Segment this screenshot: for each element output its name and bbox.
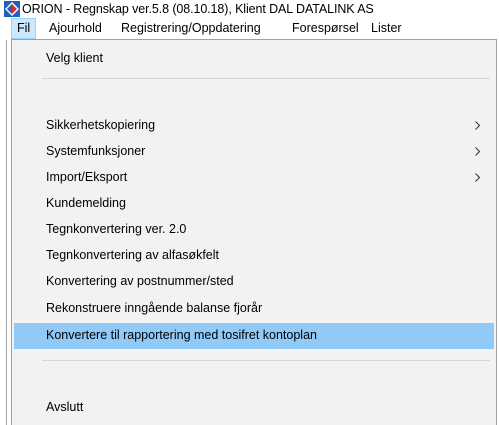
menu-separator [42, 78, 490, 79]
menu-item-label: Sikkerhetskopiering [46, 118, 156, 132]
menu-bar: Fil Ajourhold Registrering/Oppdatering F… [0, 18, 499, 40]
menu-item-label: Konvertere til rapportering med tosifret… [46, 328, 317, 342]
menu-item-konvertere-tosifret[interactable]: Konvertere til rapportering med tosifret… [14, 323, 494, 349]
orion-app-icon[interactable] [4, 1, 20, 17]
menu-item-label: Tegnkonvertering av alfasøkfelt [46, 248, 220, 262]
menu-foresporsel[interactable]: Forespørsel [287, 18, 364, 39]
menu-item-konvertering-postnummer[interactable]: Konvertering av postnummer/sted [14, 269, 494, 295]
menu-separator [42, 360, 490, 361]
menu-registrering-oppdatering[interactable]: Registrering/Oppdatering [116, 18, 266, 39]
menu-item-kundemelding[interactable]: Kundemelding [14, 191, 494, 217]
chevron-right-icon [475, 121, 480, 130]
fil-dropdown-menu: Velg klient Sikkerhetskopiering Systemfu… [11, 39, 497, 425]
menu-item-label: Rekonstruere inngående balanse fjorår [46, 301, 263, 315]
menu-item-label: Kundemelding [46, 196, 126, 210]
menu-fil[interactable]: Fil [11, 18, 37, 39]
menu-item-import-eksport[interactable]: Import/Eksport [14, 165, 494, 191]
menu-item-systemfunksjoner[interactable]: Systemfunksjoner [14, 139, 494, 165]
menu-ajourhold[interactable]: Ajourhold [44, 18, 107, 39]
chevron-right-icon [475, 173, 480, 182]
menu-item-label: Avslutt [46, 400, 84, 414]
menu-item-label: Tegnkonvertering ver. 2.0 [46, 222, 187, 236]
menu-item-avslutt[interactable]: Avslutt [14, 395, 494, 421]
menu-item-velg-klient[interactable]: Velg klient [14, 46, 494, 72]
menu-item-tegnkonvertering-v2[interactable]: Tegnkonvertering ver. 2.0 [14, 217, 494, 243]
menu-item-label: Velg klient [46, 51, 103, 65]
window-border [6, 40, 7, 425]
title-bar: ORION - Regnskap ver.5.8 (08.10.18), Kli… [0, 0, 499, 18]
menu-item-label: Systemfunksjoner [46, 144, 146, 158]
menu-item-sikkerhetskopiering[interactable]: Sikkerhetskopiering [14, 113, 494, 139]
menu-lister[interactable]: Lister [366, 18, 407, 39]
menu-item-label: Konvertering av postnummer/sted [46, 274, 234, 288]
menu-item-label: Import/Eksport [46, 170, 128, 184]
window-title: ORION - Regnskap ver.5.8 (08.10.18), Kli… [22, 2, 374, 16]
menu-item-rekonstruere-balanse[interactable]: Rekonstruere inngående balanse fjorår [14, 296, 494, 322]
menu-item-tegnkonvertering-alfasokfelt[interactable]: Tegnkonvertering av alfasøkfelt [14, 243, 494, 269]
chevron-right-icon [475, 147, 480, 156]
